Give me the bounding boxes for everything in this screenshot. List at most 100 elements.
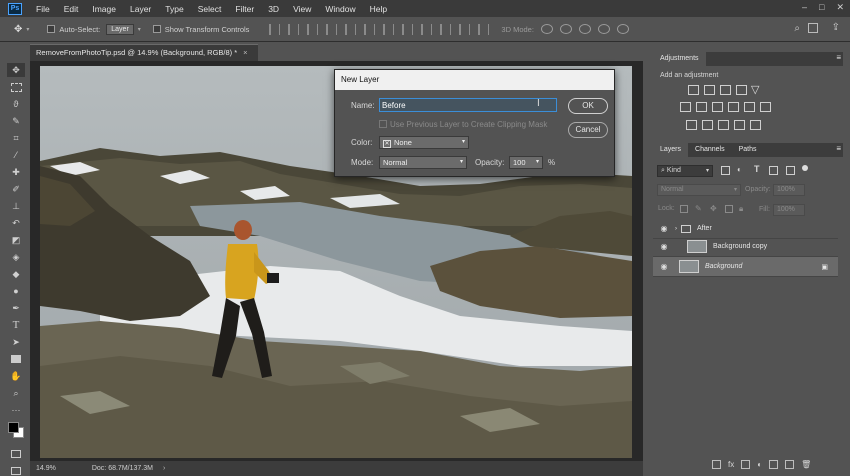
- align-hcenter-icon[interactable]: [345, 23, 357, 35]
- align-right-icon[interactable]: [364, 23, 376, 35]
- share-icon[interactable]: ⇪: [832, 22, 840, 33]
- distribute-top-icon[interactable]: [383, 23, 395, 35]
- maximize-icon[interactable]: □: [819, 2, 824, 13]
- eraser-tool-icon[interactable]: ◩: [7, 233, 25, 247]
- pen-tool-icon[interactable]: ✒: [7, 301, 25, 315]
- distribute-right-icon[interactable]: [478, 23, 490, 35]
- menu-window[interactable]: Window: [325, 4, 355, 14]
- auto-select-target-select[interactable]: Layer: [106, 23, 134, 35]
- zoom-tool-icon[interactable]: ⌕: [7, 386, 25, 400]
- link-layers-icon[interactable]: [712, 460, 721, 469]
- vibrance-icon[interactable]: ▽: [751, 83, 759, 96]
- layer-row-background-copy[interactable]: ◉ Background copy: [653, 237, 838, 257]
- align-vcenter-icon[interactable]: [288, 23, 300, 35]
- 3d-rotate-icon[interactable]: [540, 24, 553, 34]
- layer-name-field[interactable]: [379, 98, 557, 112]
- close-icon[interactable]: ×: [243, 48, 247, 57]
- move-tool-icon[interactable]: ✥: [14, 24, 22, 35]
- mode-select[interactable]: Normal ▾: [379, 156, 467, 169]
- auto-select-checkbox[interactable]: [47, 25, 56, 33]
- lock-transparent-icon[interactable]: [680, 205, 688, 213]
- quick-select-tool-icon[interactable]: ✎: [7, 114, 25, 128]
- search-icon[interactable]: ⌕: [794, 23, 800, 34]
- photoshop-logo[interactable]: Ps: [8, 2, 22, 15]
- minimize-icon[interactable]: –: [802, 2, 807, 13]
- panel-menu-icon[interactable]: ≡: [836, 144, 841, 153]
- filter-adjustment-icon[interactable]: ◐: [737, 165, 742, 174]
- layer-row-background[interactable]: ◉ Background ▣: [653, 257, 838, 277]
- layer-opacity-field[interactable]: 100%: [773, 184, 805, 196]
- distribute-left-icon[interactable]: [440, 23, 452, 35]
- hue-saturation-icon[interactable]: [680, 102, 691, 112]
- levels-icon[interactable]: [704, 85, 715, 95]
- menu-layer[interactable]: Layer: [130, 4, 151, 14]
- chevron-down-icon[interactable]: ▾: [138, 26, 141, 33]
- distribute-bottom-icon[interactable]: [421, 23, 433, 35]
- delete-layer-icon[interactable]: 🗑︎: [801, 460, 811, 469]
- quick-mask-icon[interactable]: [7, 447, 25, 461]
- brightness-contrast-icon[interactable]: [688, 85, 699, 95]
- threshold-icon[interactable]: [718, 120, 729, 130]
- selective-color-icon[interactable]: [750, 120, 761, 130]
- ok-button[interactable]: OK: [568, 98, 608, 114]
- 3d-scale-icon[interactable]: [616, 24, 629, 34]
- gradient-map-icon[interactable]: [734, 120, 745, 130]
- tab-channels[interactable]: Channels: [688, 143, 732, 157]
- chevron-right-icon[interactable]: ›: [675, 226, 677, 232]
- paint-bucket-tool-icon[interactable]: ◈: [7, 250, 25, 264]
- path-select-tool-icon[interactable]: ➤: [7, 335, 25, 349]
- hand-tool-icon[interactable]: ✋: [7, 369, 25, 383]
- tab-adjustments[interactable]: Adjustments: [653, 52, 706, 66]
- type-tool-icon[interactable]: T: [7, 318, 25, 332]
- align-top-icon[interactable]: [269, 23, 281, 35]
- fill-field[interactable]: 100%: [773, 204, 805, 216]
- visibility-eye-icon[interactable]: ◉: [659, 224, 669, 233]
- blur-tool-icon[interactable]: ◆: [7, 267, 25, 281]
- color-balance-icon[interactable]: [696, 102, 707, 112]
- layer-filter-select[interactable]: ⌕ Kind ▾: [657, 165, 713, 177]
- filter-toggle-icon[interactable]: [802, 165, 808, 171]
- menu-type[interactable]: Type: [165, 4, 183, 14]
- close-icon[interactable]: ✕: [836, 2, 844, 13]
- zoom-level[interactable]: 14.9%: [36, 465, 56, 472]
- align-left-icon[interactable]: [326, 23, 338, 35]
- layer-row-after[interactable]: ◉ › After: [653, 219, 838, 239]
- clipping-mask-checkbox[interactable]: [379, 120, 387, 128]
- menu-3d[interactable]: 3D: [268, 4, 279, 14]
- screen-mode-icon[interactable]: [7, 464, 25, 476]
- lock-artboard-icon[interactable]: [725, 205, 733, 213]
- tab-paths[interactable]: Paths: [732, 143, 764, 157]
- posterize-icon[interactable]: [702, 120, 713, 130]
- filter-smart-object-icon[interactable]: [786, 166, 795, 175]
- workspace-icon[interactable]: [808, 23, 818, 33]
- layer-mask-icon[interactable]: [741, 460, 751, 469]
- tab-layers[interactable]: Layers: [653, 143, 689, 157]
- distribute-vcenter-icon[interactable]: [402, 23, 414, 35]
- invert-icon[interactable]: [686, 120, 697, 130]
- 3d-slide-icon[interactable]: [597, 24, 610, 34]
- lock-all-icon[interactable]: 🔒︎: [739, 204, 743, 214]
- menu-filter[interactable]: Filter: [235, 4, 254, 14]
- color-lookup-icon[interactable]: [760, 102, 771, 112]
- menu-edit[interactable]: Edit: [64, 4, 79, 14]
- color-swatches[interactable]: [7, 421, 25, 443]
- menu-view[interactable]: View: [293, 4, 311, 14]
- show-transform-checkbox[interactable]: [152, 25, 161, 33]
- chevron-down-icon[interactable]: ▾: [536, 157, 539, 168]
- menu-image[interactable]: Image: [92, 4, 116, 14]
- menu-select[interactable]: Select: [198, 4, 222, 14]
- document-tab[interactable]: RemoveFromPhotoTip.psd @ 14.9% (Backgrou…: [30, 44, 258, 61]
- history-brush-tool-icon[interactable]: ↶: [7, 216, 25, 230]
- 3d-drag-icon[interactable]: [578, 24, 591, 34]
- visibility-eye-icon[interactable]: ◉: [659, 242, 669, 251]
- filter-type-icon[interactable]: T: [754, 164, 760, 174]
- lock-image-icon[interactable]: ✎: [695, 204, 702, 213]
- healing-brush-tool-icon[interactable]: ✚: [7, 165, 25, 179]
- filter-pixel-icon[interactable]: [721, 166, 730, 175]
- 3d-roll-icon[interactable]: [559, 24, 572, 34]
- exposure-icon[interactable]: [736, 85, 747, 95]
- brush-tool-icon[interactable]: ✐: [7, 182, 25, 196]
- new-layer-icon[interactable]: [785, 460, 795, 469]
- opacity-field[interactable]: 100 ▾: [509, 156, 543, 169]
- clone-stamp-tool-icon[interactable]: ⊥: [7, 199, 25, 213]
